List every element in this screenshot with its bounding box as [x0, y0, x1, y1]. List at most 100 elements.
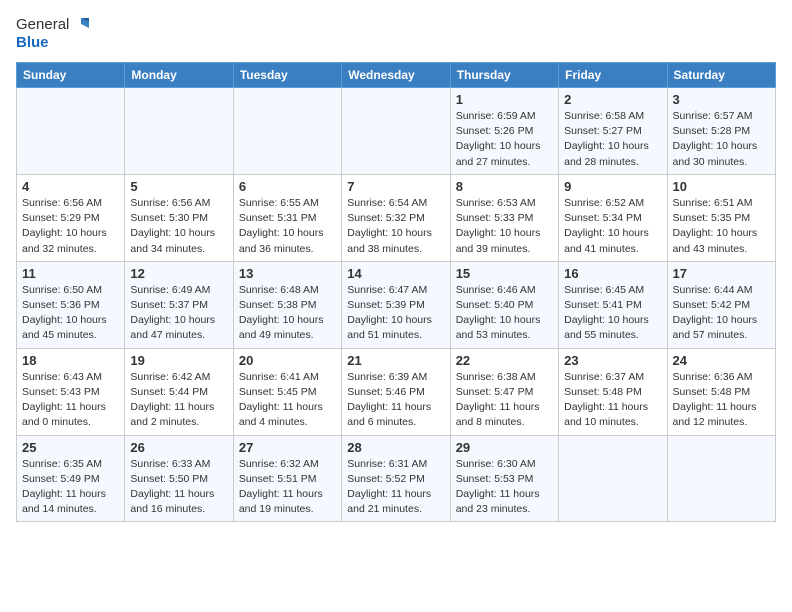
calendar-cell: 10 Sunrise: 6:51 AM Sunset: 5:35 PM Dayli…: [667, 174, 775, 261]
day-info: Sunrise: 6:46 AM Sunset: 5:40 PM Dayligh…: [456, 283, 553, 344]
day-info: Sunrise: 6:52 AM Sunset: 5:34 PM Dayligh…: [564, 196, 661, 257]
page-header: General Blue: [16, 16, 776, 52]
day-number: 11: [22, 266, 119, 281]
day-number: 16: [564, 266, 661, 281]
calendar-week-row: 25Sunrise: 6:35 AM Sunset: 5:49 PM Dayli…: [17, 435, 776, 522]
day-info: Sunrise: 6:36 AM Sunset: 5:48 PM Dayligh…: [673, 370, 770, 431]
weekday-header-sunday: Sunday: [17, 63, 125, 88]
calendar-cell: [17, 88, 125, 175]
day-info: Sunrise: 6:37 AM Sunset: 5:48 PM Dayligh…: [564, 370, 661, 431]
calendar-cell: 1 Sunrise: 6:59 AM Sunset: 5:26 PM Daylig…: [450, 88, 558, 175]
day-number: 8: [456, 179, 553, 194]
day-info: Sunrise: 6:57 AM Sunset: 5:28 PM Dayligh…: [673, 109, 770, 170]
day-number: 9: [564, 179, 661, 194]
day-info: Sunrise: 6:41 AM Sunset: 5:45 PM Dayligh…: [239, 370, 336, 431]
calendar-cell: [667, 435, 775, 522]
calendar-table: SundayMondayTuesdayWednesdayThursdayFrid…: [16, 62, 776, 522]
day-info: Sunrise: 6:47 AM Sunset: 5:39 PM Dayligh…: [347, 283, 444, 344]
day-info: Sunrise: 6:39 AM Sunset: 5:46 PM Dayligh…: [347, 370, 444, 431]
calendar-week-row: 18 Sunrise: 6:43 AM Sunset: 5:43 PM Dayli…: [17, 348, 776, 435]
day-info: Sunrise: 6:56 AM Sunset: 5:30 PM Dayligh…: [130, 196, 227, 257]
calendar-cell: 19 Sunrise: 6:42 AM Sunset: 5:44 PM Dayli…: [125, 348, 233, 435]
calendar-cell: 11 Sunrise: 6:50 AM Sunset: 5:36 PM Dayli…: [17, 261, 125, 348]
calendar-cell: 26 Sunrise: 6:33 AM Sunset: 5:50 PM Dayli…: [125, 435, 233, 522]
logo: General Blue: [16, 16, 89, 52]
calendar-cell: 16 Sunrise: 6:45 AM Sunset: 5:41 PM Dayli…: [559, 261, 667, 348]
day-number: 21: [347, 353, 444, 368]
day-info: Sunrise: 6:38 AM Sunset: 5:47 PM Dayligh…: [456, 370, 553, 431]
calendar-cell: 22Sunrise: 6:38 AM Sunset: 5:47 PM Dayli…: [450, 348, 558, 435]
day-number: 13: [239, 266, 336, 281]
weekday-header-wednesday: Wednesday: [342, 63, 450, 88]
calendar-cell: 8 Sunrise: 6:53 AM Sunset: 5:33 PM Daylig…: [450, 174, 558, 261]
day-number: 6: [239, 179, 336, 194]
day-number: 1: [456, 92, 553, 107]
day-number: 29: [456, 440, 553, 455]
calendar-cell: 23 Sunrise: 6:37 AM Sunset: 5:48 PM Dayli…: [559, 348, 667, 435]
logo-container: General Blue: [16, 16, 89, 52]
day-number: 19: [130, 353, 227, 368]
day-number: 24: [673, 353, 770, 368]
calendar-cell: 7Sunrise: 6:54 AM Sunset: 5:32 PM Daylig…: [342, 174, 450, 261]
day-number: 12: [130, 266, 227, 281]
logo-general-text: General: [16, 16, 69, 34]
calendar-week-row: 4Sunrise: 6:56 AM Sunset: 5:29 PM Daylig…: [17, 174, 776, 261]
calendar-cell: 2 Sunrise: 6:58 AM Sunset: 5:27 PM Daylig…: [559, 88, 667, 175]
day-number: 5: [130, 179, 227, 194]
day-number: 3: [673, 92, 770, 107]
calendar-cell: [342, 88, 450, 175]
calendar-cell: 29 Sunrise: 6:30 AM Sunset: 5:53 PM Dayli…: [450, 435, 558, 522]
day-number: 15: [456, 266, 553, 281]
day-info: Sunrise: 6:49 AM Sunset: 5:37 PM Dayligh…: [130, 283, 227, 344]
day-info: Sunrise: 6:58 AM Sunset: 5:27 PM Dayligh…: [564, 109, 661, 170]
logo-bird-icon: [71, 16, 89, 34]
day-number: 2: [564, 92, 661, 107]
day-info: Sunrise: 6:59 AM Sunset: 5:26 PM Dayligh…: [456, 109, 553, 170]
day-info: Sunrise: 6:30 AM Sunset: 5:53 PM Dayligh…: [456, 457, 553, 518]
calendar-cell: 17Sunrise: 6:44 AM Sunset: 5:42 PM Dayli…: [667, 261, 775, 348]
calendar-cell: [559, 435, 667, 522]
day-number: 26: [130, 440, 227, 455]
day-info: Sunrise: 6:51 AM Sunset: 5:35 PM Dayligh…: [673, 196, 770, 257]
day-info: Sunrise: 6:31 AM Sunset: 5:52 PM Dayligh…: [347, 457, 444, 518]
day-number: 28: [347, 440, 444, 455]
day-info: Sunrise: 6:44 AM Sunset: 5:42 PM Dayligh…: [673, 283, 770, 344]
calendar-cell: 13Sunrise: 6:48 AM Sunset: 5:38 PM Dayli…: [233, 261, 341, 348]
calendar-cell: 4Sunrise: 6:56 AM Sunset: 5:29 PM Daylig…: [17, 174, 125, 261]
day-info: Sunrise: 6:45 AM Sunset: 5:41 PM Dayligh…: [564, 283, 661, 344]
day-number: 20: [239, 353, 336, 368]
day-info: Sunrise: 6:53 AM Sunset: 5:33 PM Dayligh…: [456, 196, 553, 257]
weekday-header-thursday: Thursday: [450, 63, 558, 88]
calendar-cell: 6Sunrise: 6:55 AM Sunset: 5:31 PM Daylig…: [233, 174, 341, 261]
day-number: 7: [347, 179, 444, 194]
calendar-week-row: 1 Sunrise: 6:59 AM Sunset: 5:26 PM Daylig…: [17, 88, 776, 175]
calendar-cell: 3 Sunrise: 6:57 AM Sunset: 5:28 PM Daylig…: [667, 88, 775, 175]
day-number: 18: [22, 353, 119, 368]
calendar-cell: [125, 88, 233, 175]
day-info: Sunrise: 6:32 AM Sunset: 5:51 PM Dayligh…: [239, 457, 336, 518]
day-info: Sunrise: 6:42 AM Sunset: 5:44 PM Dayligh…: [130, 370, 227, 431]
calendar-cell: 28 Sunrise: 6:31 AM Sunset: 5:52 PM Dayli…: [342, 435, 450, 522]
calendar-cell: 12 Sunrise: 6:49 AM Sunset: 5:37 PM Dayli…: [125, 261, 233, 348]
calendar-cell: 24 Sunrise: 6:36 AM Sunset: 5:48 PM Dayli…: [667, 348, 775, 435]
day-info: Sunrise: 6:56 AM Sunset: 5:29 PM Dayligh…: [22, 196, 119, 257]
day-number: 10: [673, 179, 770, 194]
day-number: 23: [564, 353, 661, 368]
weekday-header-tuesday: Tuesday: [233, 63, 341, 88]
weekday-header-friday: Friday: [559, 63, 667, 88]
calendar-cell: 20 Sunrise: 6:41 AM Sunset: 5:45 PM Dayli…: [233, 348, 341, 435]
calendar-cell: 5 Sunrise: 6:56 AM Sunset: 5:30 PM Daylig…: [125, 174, 233, 261]
calendar-cell: 9 Sunrise: 6:52 AM Sunset: 5:34 PM Daylig…: [559, 174, 667, 261]
calendar-cell: 15 Sunrise: 6:46 AM Sunset: 5:40 PM Dayli…: [450, 261, 558, 348]
calendar-cell: [233, 88, 341, 175]
day-number: 27: [239, 440, 336, 455]
day-info: Sunrise: 6:43 AM Sunset: 5:43 PM Dayligh…: [22, 370, 119, 431]
day-info: Sunrise: 6:33 AM Sunset: 5:50 PM Dayligh…: [130, 457, 227, 518]
weekday-header-saturday: Saturday: [667, 63, 775, 88]
weekday-header-monday: Monday: [125, 63, 233, 88]
day-info: Sunrise: 6:50 AM Sunset: 5:36 PM Dayligh…: [22, 283, 119, 344]
logo-blue-text: Blue: [16, 34, 89, 52]
calendar-cell: 18 Sunrise: 6:43 AM Sunset: 5:43 PM Dayli…: [17, 348, 125, 435]
calendar-cell: 27 Sunrise: 6:32 AM Sunset: 5:51 PM Dayli…: [233, 435, 341, 522]
day-number: 14: [347, 266, 444, 281]
